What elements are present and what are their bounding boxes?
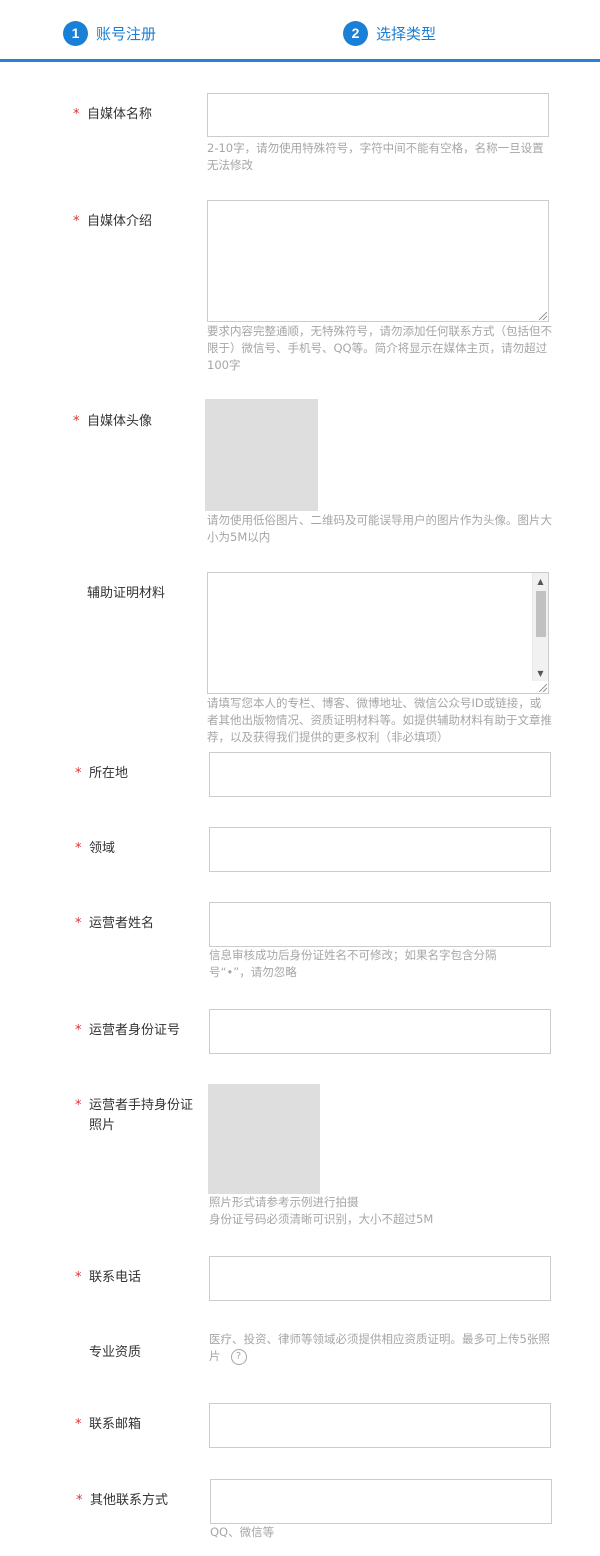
media-intro-label: * 自媒体介绍 <box>73 212 198 232</box>
step-number-2: 2 <box>343 20 368 46</box>
phone-label: * 联系电话 <box>75 1268 200 1288</box>
required-marker: * <box>75 1270 82 1285</box>
media-intro-hint: 要求内容完整通顺，无特殊符号，请勿添加任何联系方式（包括但不限于）微信号、手机号… <box>207 324 552 372</box>
supporting-materials-label: 辅助证明材料 <box>87 586 166 601</box>
email-input[interactable] <box>209 1403 551 1448</box>
location-input[interactable] <box>209 752 551 797</box>
required-marker: * <box>75 1098 82 1113</box>
textarea-scrollbar[interactable]: ▲ ▼ <box>532 573 548 681</box>
supporting-materials-hint: 请填写您本人的专栏、博客、微博地址、微信公众号ID或链接，或者其他出版物情况、资… <box>207 696 552 744</box>
phone-input[interactable] <box>209 1256 551 1301</box>
operator-id-photo-label: * 运营者手持身份证 照片 <box>75 1098 194 1133</box>
required-marker: * <box>75 841 82 856</box>
resize-grip-icon[interactable] <box>539 684 547 692</box>
media-name-input[interactable] <box>207 93 549 137</box>
scroll-up-icon[interactable]: ▲ <box>533 574 548 588</box>
domain-input[interactable] <box>209 827 551 872</box>
required-marker: * <box>75 916 82 931</box>
help-icon[interactable]: ? <box>230 1348 247 1365</box>
operator-id-input[interactable] <box>209 1009 551 1054</box>
media-avatar-hint: 请勿使用低俗图片、二维码及可能误导用户的图片作为头像。图片大小为5M以内 <box>207 513 552 544</box>
operator-name-input[interactable] <box>209 902 551 947</box>
required-marker: * <box>76 1493 83 1508</box>
supporting-materials-textarea[interactable]: ▲ ▼ <box>207 572 549 694</box>
step-label-select-type: 选择类型 <box>376 24 437 43</box>
required-marker: * <box>73 107 80 122</box>
scroll-down-icon[interactable]: ▼ <box>533 666 548 680</box>
media-intro-textarea[interactable] <box>207 200 549 322</box>
step-progress-header: 1 账号注册 2 选择类型 <box>0 0 600 62</box>
domain-label: * 领域 <box>75 839 200 859</box>
avatar-upload-area[interactable] <box>205 399 318 511</box>
step-label-account-register: 账号注册 <box>96 24 157 43</box>
required-marker: * <box>75 766 82 781</box>
operator-name-label: * 运营者姓名 <box>75 914 200 934</box>
other-contact-input[interactable] <box>210 1479 552 1524</box>
resize-grip-icon[interactable] <box>539 312 547 320</box>
step-select-type: 2 选择类型 <box>343 20 436 46</box>
step-account-register: 1 账号注册 <box>63 20 156 46</box>
qualification-label: 专业资质 <box>89 1345 142 1360</box>
other-contact-label: * 其他联系方式 <box>76 1491 201 1511</box>
id-photo-upload-area[interactable] <box>208 1084 320 1194</box>
media-name-label: * 自媒体名称 <box>73 105 198 125</box>
scrollbar-thumb[interactable] <box>536 591 546 637</box>
location-label: * 所在地 <box>75 764 200 784</box>
operator-name-hint: 信息审核成功后身份证姓名不可修改；如果名字包含分隔 号“•”，请勿忽略 <box>209 948 497 979</box>
media-name-hint: 2-10字，请勿使用特殊符号，字符中间不能有空格，名称一旦设置无法修改 <box>207 141 544 172</box>
step-number-1: 1 <box>63 20 88 46</box>
other-contact-hint: QQ、微信等 <box>210 1525 275 1539</box>
media-avatar-label: * 自媒体头像 <box>73 412 198 432</box>
required-marker: * <box>73 414 80 429</box>
required-marker: * <box>75 1023 82 1038</box>
qualification-hint: 医疗、投资、律师等领域必须提供相应资质证明。最多可上传5张照片? <box>209 1332 550 1365</box>
required-marker: * <box>73 214 80 229</box>
required-marker: * <box>75 1417 82 1432</box>
operator-id-label: * 运营者身份证号 <box>75 1021 200 1041</box>
email-label: * 联系邮箱 <box>75 1415 200 1435</box>
operator-id-photo-hint: 照片形式请参考示例进行拍摄 身份证号码必须清晰可识别，大小不超过5M <box>209 1195 434 1226</box>
